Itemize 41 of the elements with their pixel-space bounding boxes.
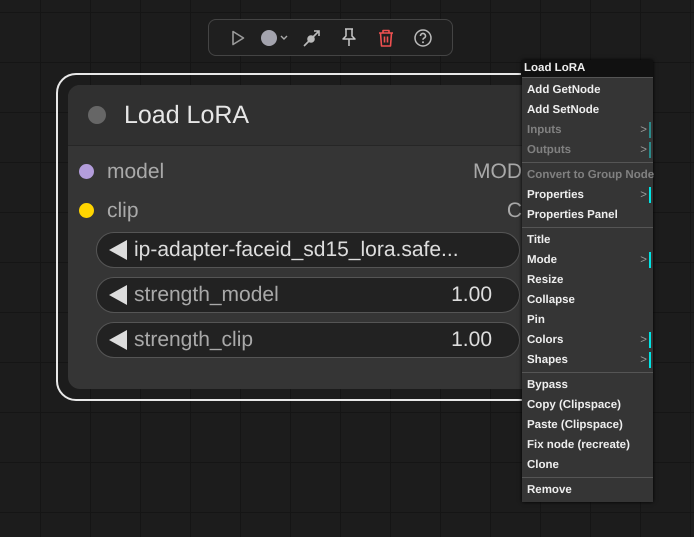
widget-value: 1.00 — [451, 283, 492, 307]
menu-item[interactable]: Add SetNode — [522, 100, 653, 120]
output-label: MOD — [473, 160, 522, 184]
number-field[interactable]: strength_clip 1.00 — [96, 322, 520, 358]
input-label: model — [107, 160, 164, 184]
menu-item[interactable]: Remove — [522, 480, 653, 500]
menu-item[interactable]: Properties > — [522, 185, 653, 205]
input-label: clip — [107, 198, 139, 222]
menu-item[interactable]: Collapse — [522, 290, 653, 310]
color-picker-icon[interactable] — [260, 28, 290, 46]
menu-item[interactable]: Mode > — [522, 250, 653, 270]
trash-icon[interactable] — [378, 28, 394, 46]
decrement-arrow-icon[interactable] — [109, 330, 127, 350]
menu-item[interactable]: Copy (Clipspace) — [522, 395, 653, 415]
menu-title: Load LoRA — [521, 60, 653, 77]
widget-value: 1.00 — [451, 328, 492, 352]
status-dot — [88, 106, 106, 124]
help-icon[interactable] — [414, 28, 432, 46]
menu-item[interactable]: Colors > — [522, 330, 653, 350]
node-title: Load LoRA — [124, 100, 250, 130]
menu-item[interactable]: Pin — [522, 310, 653, 330]
menu-item[interactable]: Bypass — [522, 375, 653, 395]
number-field[interactable]: strength_model 1.00 — [96, 277, 520, 313]
widget-label: strength_clip — [134, 328, 254, 352]
menu-item[interactable]: Title — [522, 230, 653, 250]
menu-item[interactable]: Clone — [522, 455, 653, 475]
link-icon[interactable] — [302, 28, 322, 48]
widget-label: ip-adapter-faceid_sd15_lora.safe... — [134, 238, 459, 262]
menu-item[interactable]: Add GetNode — [522, 80, 653, 100]
input-socket[interactable] — [79, 164, 94, 179]
file-dropdown[interactable]: ip-adapter-faceid_sd15_lora.safe... — [96, 232, 520, 268]
input-socket[interactable] — [79, 203, 94, 218]
play-icon[interactable] — [230, 30, 245, 46]
menu-item[interactable]: Fix node (recreate) — [522, 435, 653, 455]
widget-label: strength_model — [134, 283, 279, 307]
output-label: C — [506, 198, 522, 222]
menu-item[interactable]: Properties Panel — [522, 205, 653, 225]
pin-icon[interactable] — [341, 28, 358, 47]
menu-item[interactable]: Resize — [522, 270, 653, 290]
menu-item[interactable]: Shapes > — [522, 350, 653, 370]
menu-item[interactable]: Paste (Clipspace) — [522, 415, 653, 435]
